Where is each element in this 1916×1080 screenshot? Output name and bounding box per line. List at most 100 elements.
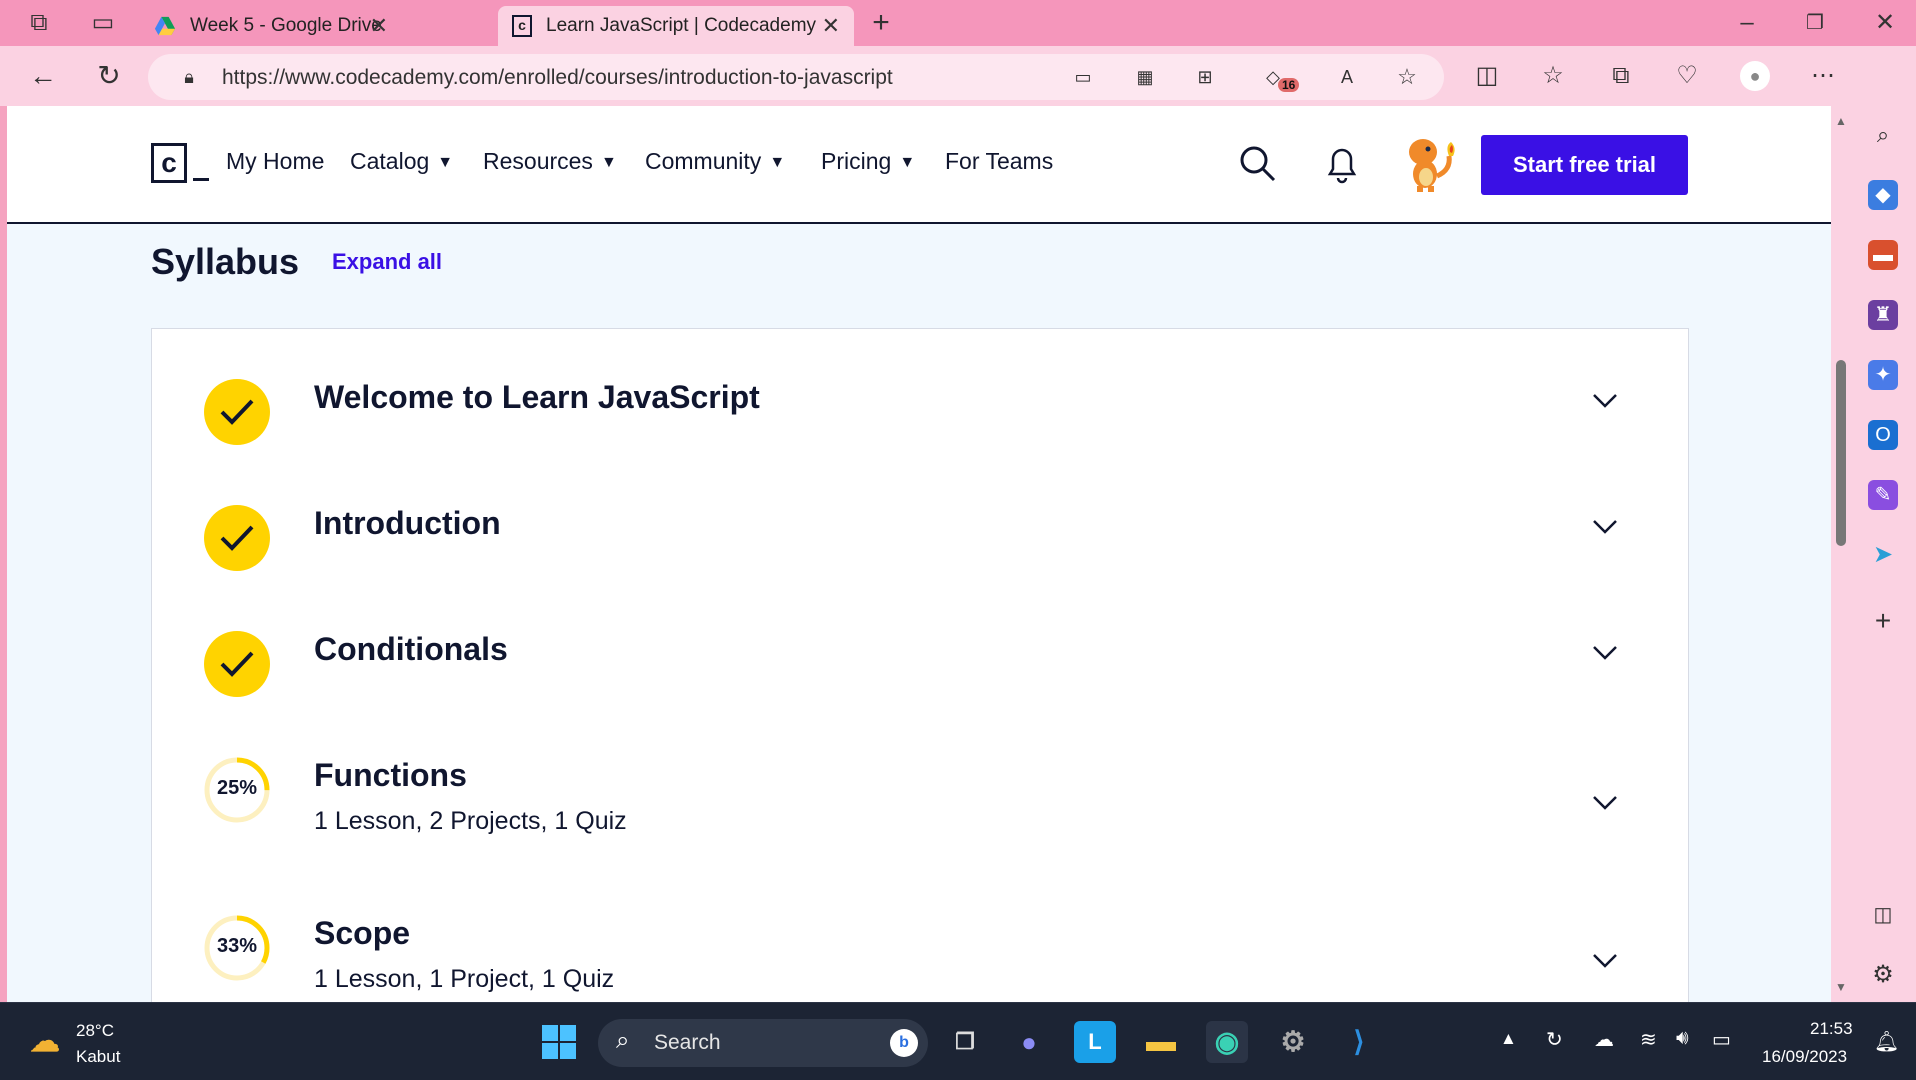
read-aloud-icon[interactable]: A	[1332, 62, 1362, 92]
close-window-icon[interactable]: ✕	[1870, 8, 1900, 38]
sync-icon[interactable]: ↻	[1546, 1027, 1563, 1052]
page-scrollbar[interactable]: ▲ ▼	[1831, 106, 1851, 1002]
module-item[interactable]: 33% Scope 1 Lesson, 1 Project, 1 Quiz	[152, 915, 1690, 1002]
bing-icon: b	[890, 1029, 918, 1057]
nav-my-home[interactable]: My Home	[226, 148, 324, 175]
chevron-down-icon[interactable]	[1592, 645, 1618, 661]
battery-icon[interactable]: ▭	[1712, 1027, 1731, 1052]
nav-pricing[interactable]: Pricing ▼	[821, 148, 915, 175]
syllabus-card: Welcome to Learn JavaScript Introduction…	[151, 328, 1689, 1002]
collections-icon[interactable]: ⧉	[1606, 61, 1636, 91]
designer-icon[interactable]: ✎	[1868, 480, 1898, 510]
favorite-star-icon[interactable]: ☆	[1392, 62, 1422, 92]
refresh-icon[interactable]: ↻	[94, 61, 124, 91]
add-icon[interactable]: +	[1868, 606, 1898, 636]
scroll-down-icon[interactable]: ▼	[1835, 980, 1847, 994]
google-drive-icon	[154, 16, 176, 36]
workspaces-icon[interactable]: ⧉	[24, 8, 54, 38]
tracker-count: 16	[1278, 78, 1300, 92]
favorites-icon[interactable]: ☆	[1538, 61, 1568, 91]
shopping-tag-icon[interactable]: ◆	[1868, 180, 1898, 210]
back-icon[interactable]: ←	[28, 61, 58, 91]
nav-resources[interactable]: Resources ▼	[483, 148, 617, 175]
address-bar[interactable]: 🔒︎ https://www.codecademy.com/enrolled/c…	[148, 54, 1444, 100]
start-free-trial-button[interactable]: Start free trial	[1481, 135, 1688, 195]
edge-sidebar: ⌕ ◆ ▬ ♜ ✦ O ✎ ➤ + ◫ ⚙	[1851, 46, 1916, 1002]
module-item[interactable]: Conditionals	[152, 631, 1690, 741]
settings-icon[interactable]: ⚙	[1272, 1021, 1314, 1063]
progress-ring: 33%	[204, 915, 270, 981]
close-icon[interactable]: ✕	[370, 13, 388, 39]
chevron-down-icon[interactable]	[1592, 795, 1618, 811]
windows-start-icon[interactable]	[538, 1021, 580, 1063]
outlook-icon[interactable]: O	[1868, 420, 1898, 450]
caret-down-icon: ▼	[600, 154, 617, 171]
module-item[interactable]: Welcome to Learn JavaScript	[152, 379, 1690, 489]
wifi-icon[interactable]: ≋	[1640, 1027, 1657, 1052]
nav-catalog[interactable]: Catalog ▼	[350, 148, 453, 175]
module-details: 1 Lesson, 1 Project, 1 Quiz	[314, 965, 615, 993]
search-icon[interactable]	[1239, 145, 1277, 183]
more-icon[interactable]: ⋯	[1808, 61, 1838, 91]
device-icon[interactable]: ▭	[1068, 62, 1098, 92]
restore-icon[interactable]: ❐	[1800, 8, 1830, 38]
profile-avatar-icon[interactable]: ●	[1740, 61, 1770, 91]
module-item[interactable]: 25% Functions 1 Lesson, 2 Projects, 1 Qu…	[152, 757, 1690, 907]
search-icon[interactable]: ⌕	[1868, 120, 1898, 150]
chevron-down-icon[interactable]	[1592, 393, 1618, 409]
progress-ring: 25%	[204, 757, 270, 823]
complete-badge	[204, 631, 270, 697]
split-screen-icon[interactable]: ◫	[1472, 61, 1502, 91]
nav-for-teams[interactable]: For Teams	[945, 148, 1053, 175]
apps-icon[interactable]: ▦	[1130, 62, 1160, 92]
new-tab-icon[interactable]: +	[866, 8, 896, 38]
caret-down-icon: ▼	[437, 154, 454, 171]
tab-codecademy[interactable]: c Learn JavaScript | Codecademy ✕	[498, 6, 854, 46]
expand-all-link[interactable]: Expand all	[332, 249, 442, 275]
bell-icon[interactable]	[1325, 144, 1359, 184]
chevron-up-icon[interactable]: ▲	[1500, 1029, 1517, 1049]
onedrive-cloud-icon[interactable]: ☁	[1594, 1027, 1614, 1052]
browser-toolbar: ← ↻ 🔒︎ https://www.codecademy.com/enroll…	[0, 46, 1916, 106]
complete-badge	[204, 505, 270, 571]
chevron-down-icon[interactable]	[1592, 519, 1618, 535]
search-icon: ⌕	[616, 1027, 630, 1054]
scrollbar-thumb[interactable]	[1836, 360, 1846, 546]
scroll-up-icon[interactable]: ▲	[1835, 114, 1847, 128]
notification-icon[interactable]: 🔔︎	[1874, 1029, 1899, 1054]
nav-community[interactable]: Community ▼	[645, 148, 785, 175]
teams-chat-icon[interactable]: ●	[1008, 1021, 1050, 1063]
sidebar-toggle-icon[interactable]: ◫	[1868, 900, 1898, 930]
close-icon[interactable]: ✕	[822, 13, 840, 39]
module-title: Scope	[314, 915, 411, 951]
codecademy-favicon-icon: c	[512, 15, 532, 37]
vscode-icon[interactable]: ⟩	[1338, 1021, 1380, 1063]
games-icon[interactable]: ♜	[1868, 300, 1898, 330]
file-explorer-icon[interactable]: ▬	[1140, 1021, 1182, 1063]
avatar[interactable]	[1395, 130, 1461, 196]
tab-actions-icon[interactable]: ▭	[88, 8, 118, 38]
tools-icon[interactable]: ▬	[1868, 240, 1898, 270]
chevron-down-icon[interactable]	[1592, 953, 1618, 969]
clock-date[interactable]: 16/09/2023	[1762, 1047, 1847, 1067]
extensions-icon[interactable]: ⊞	[1190, 62, 1220, 92]
health-icon[interactable]: ♡	[1672, 61, 1702, 91]
tab-google-drive[interactable]: Week 5 - Google Drive ✕	[140, 6, 402, 46]
weather-icon[interactable]: ☁	[24, 1021, 66, 1063]
app-l-icon[interactable]: L	[1074, 1021, 1116, 1063]
clock-time[interactable]: 21:53	[1810, 1019, 1853, 1039]
send-icon[interactable]: ➤	[1868, 540, 1898, 570]
tab-title: Learn JavaScript | Codecademy	[546, 15, 817, 36]
browser-tab-bar: ⧉ ▭ Week 5 - Google Drive ✕ c Learn Java…	[0, 0, 1916, 46]
task-view-icon[interactable]: ❐	[944, 1021, 986, 1063]
module-item[interactable]: Introduction	[152, 505, 1690, 615]
minimize-icon[interactable]: –	[1732, 8, 1762, 38]
weather-desc: Kabut	[76, 1047, 121, 1066]
copilot-icon[interactable]: ✦	[1868, 360, 1898, 390]
edge-browser-icon[interactable]: ◉	[1206, 1021, 1248, 1063]
complete-badge	[204, 379, 270, 445]
codecademy-logo[interactable]: c	[151, 143, 187, 183]
settings-gear-icon[interactable]: ⚙	[1868, 960, 1898, 990]
volume-icon[interactable]: 🔊︎	[1676, 1027, 1689, 1050]
taskbar-search-box[interactable]: ⌕ Search b	[598, 1019, 928, 1067]
